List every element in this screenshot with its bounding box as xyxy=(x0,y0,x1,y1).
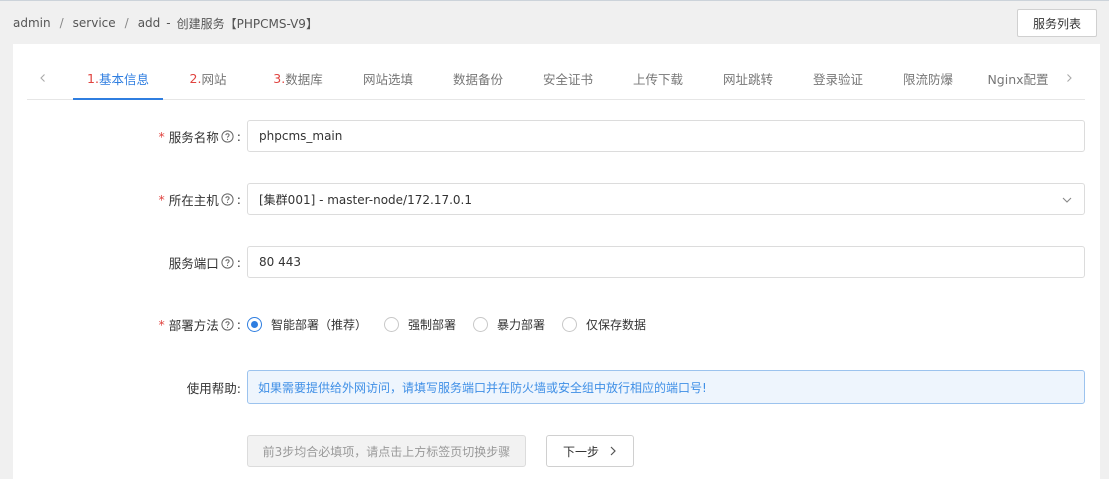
radio-smart-deploy[interactable]: 智能部署（推荐） xyxy=(247,316,367,333)
radio-label[interactable]: 暴力部署 xyxy=(497,316,545,333)
label-colon: : xyxy=(236,191,241,207)
tab-login-auth[interactable]: 登录验证 xyxy=(793,56,883,100)
tab-label: 基本信息 xyxy=(98,71,149,87)
required-asterisk: * xyxy=(158,191,165,207)
port-row: 服务端口 : 80 443 xyxy=(13,246,1100,278)
chevron-right-icon xyxy=(1067,74,1072,82)
breadcrumb-add: add xyxy=(137,16,161,30)
tab-label: 数据库 xyxy=(285,71,323,87)
chevron-right-icon xyxy=(610,446,616,456)
tab-label: Nginx配置 xyxy=(987,71,1049,87)
field-label: 服务端口 xyxy=(168,255,219,271)
radio-label[interactable]: 仅保存数据 xyxy=(586,316,646,333)
label-colon: : xyxy=(236,254,241,270)
tab-data-backup[interactable]: 数据备份 xyxy=(433,56,523,100)
field-label: 部署方法 xyxy=(168,317,219,333)
breadcrumb-dash: - xyxy=(166,16,171,30)
tab-website-optional[interactable]: 网站选填 xyxy=(343,56,433,100)
steps-hint-button: 前3步均合必填项，请点击上方标签页切换步骤 xyxy=(247,435,526,467)
tab-label: 上传下载 xyxy=(632,71,683,87)
field-label: 使用帮助: xyxy=(186,380,241,396)
tabs-scroll-left-button[interactable] xyxy=(27,56,59,100)
tab-label: 网站选填 xyxy=(362,71,413,87)
radio-circle[interactable] xyxy=(473,316,489,332)
breadcrumb-separator: / xyxy=(59,16,64,30)
tab-number: 3. xyxy=(273,70,286,86)
breadcrumb-separator: / xyxy=(124,16,129,30)
next-step-label: 下一步 xyxy=(562,444,599,459)
tab-number: 1. xyxy=(87,70,99,86)
required-asterisk: * xyxy=(158,128,165,144)
radio-circle[interactable] xyxy=(384,316,400,332)
chevron-down-icon xyxy=(1062,197,1072,203)
tab-basic-info[interactable]: 1. 基本信息 xyxy=(73,56,163,100)
page-title: 创建服务【PHPCMS-V9】 xyxy=(176,16,318,31)
deploy-method-label: * 部署方法 : xyxy=(159,308,241,340)
tab-url-redirect[interactable]: 网址跳转 xyxy=(703,56,793,100)
question-circle-icon[interactable] xyxy=(221,255,234,269)
radio-brute-deploy[interactable]: 暴力部署 xyxy=(473,316,545,333)
top-bar: admin / service / add - 创建服务【PHPCMS-V9】 … xyxy=(0,0,1109,44)
breadcrumb: admin / service / add - 创建服务【PHPCMS-V9】 xyxy=(13,15,318,31)
service-name-row: * 服务名称 : phpcms_main xyxy=(13,120,1100,152)
next-step-button[interactable]: 下一步 xyxy=(546,435,634,467)
radio-force-deploy[interactable]: 强制部署 xyxy=(384,316,456,333)
required-asterisk: * xyxy=(158,316,165,332)
tab-label: 网站 xyxy=(201,71,227,87)
radio-label[interactable]: 智能部署（推荐） xyxy=(271,316,367,333)
tab-website[interactable]: 2. 网站 xyxy=(163,56,253,100)
host-select[interactable]: [集群001] - master-node/172.17.0.1 xyxy=(247,183,1085,215)
tab-number: 2. xyxy=(189,70,202,86)
field-label: 所在主机 xyxy=(168,192,219,208)
breadcrumb-admin[interactable]: admin xyxy=(13,16,51,30)
service-name-input[interactable]: phpcms_main xyxy=(247,120,1085,152)
tab-nginx-config[interactable]: Nginx配置 xyxy=(973,56,1063,100)
radio-circle[interactable] xyxy=(247,316,262,332)
host-select-value: [集群001] - master-node/172.17.0.1 xyxy=(259,192,472,207)
tab-label: 登录验证 xyxy=(812,71,863,87)
form-panel: 1. 基本信息 2. 网站 3. 数据库 网站选填 数据备份 安全证书 上传下载 网址… xyxy=(13,44,1100,479)
step-tabs: 1. 基本信息 2. 网站 3. 数据库 网站选填 数据备份 安全证书 上传下载 网址… xyxy=(27,56,1085,100)
tab-label: 数据备份 xyxy=(452,71,503,87)
port-input[interactable]: 80 443 xyxy=(247,246,1085,278)
radio-save-only[interactable]: 仅保存数据 xyxy=(562,316,646,333)
host-label: * 所在主机 : xyxy=(159,183,241,215)
question-circle-icon[interactable] xyxy=(221,129,234,143)
question-circle-icon[interactable] xyxy=(221,192,234,206)
breadcrumb-service[interactable]: service xyxy=(73,16,116,30)
deploy-method-row: * 部署方法 : 智能部署（推荐） 强制部署 暴力部署 仅保存数据 xyxy=(13,308,1100,340)
tab-label: 网址跳转 xyxy=(722,71,773,87)
tab-label: 限流防爆 xyxy=(902,71,953,87)
help-label: 使用帮助: xyxy=(187,370,241,404)
tab-upload-download[interactable]: 上传下载 xyxy=(613,56,703,100)
help-message: 如果需要提供给外网访问，请填写服务端口并在防火墙或安全组中放行相应的端口号! xyxy=(247,370,1085,404)
port-label: 服务端口 : xyxy=(169,246,241,278)
top-divider xyxy=(0,0,1109,1)
host-row: * 所在主机 : [集群001] - master-node/172.17.0.… xyxy=(13,183,1100,215)
service-name-label: * 服务名称 : xyxy=(159,120,241,152)
label-colon: : xyxy=(236,316,241,332)
radio-label[interactable]: 强制部署 xyxy=(408,316,456,333)
tab-label: 安全证书 xyxy=(542,71,593,87)
tabs-scroll-right-button[interactable] xyxy=(1053,56,1085,100)
service-list-button[interactable]: 服务列表 xyxy=(1017,9,1097,37)
help-row: 使用帮助: 如果需要提供给外网访问，请填写服务端口并在防火墙或安全组中放行相应的… xyxy=(13,370,1100,404)
radio-circle[interactable] xyxy=(562,316,578,332)
label-colon: : xyxy=(236,128,241,144)
tab-database[interactable]: 3. 数据库 xyxy=(253,56,343,100)
tab-ssl-certificate[interactable]: 安全证书 xyxy=(523,56,613,100)
chevron-left-icon xyxy=(40,74,45,82)
tab-rate-limit[interactable]: 限流防爆 xyxy=(883,56,973,100)
question-circle-icon[interactable] xyxy=(221,317,234,331)
deploy-method-radio-group: 智能部署（推荐） 强制部署 暴力部署 仅保存数据 xyxy=(247,308,663,340)
active-tab-indicator xyxy=(73,98,163,100)
field-label: 服务名称 xyxy=(168,129,219,145)
